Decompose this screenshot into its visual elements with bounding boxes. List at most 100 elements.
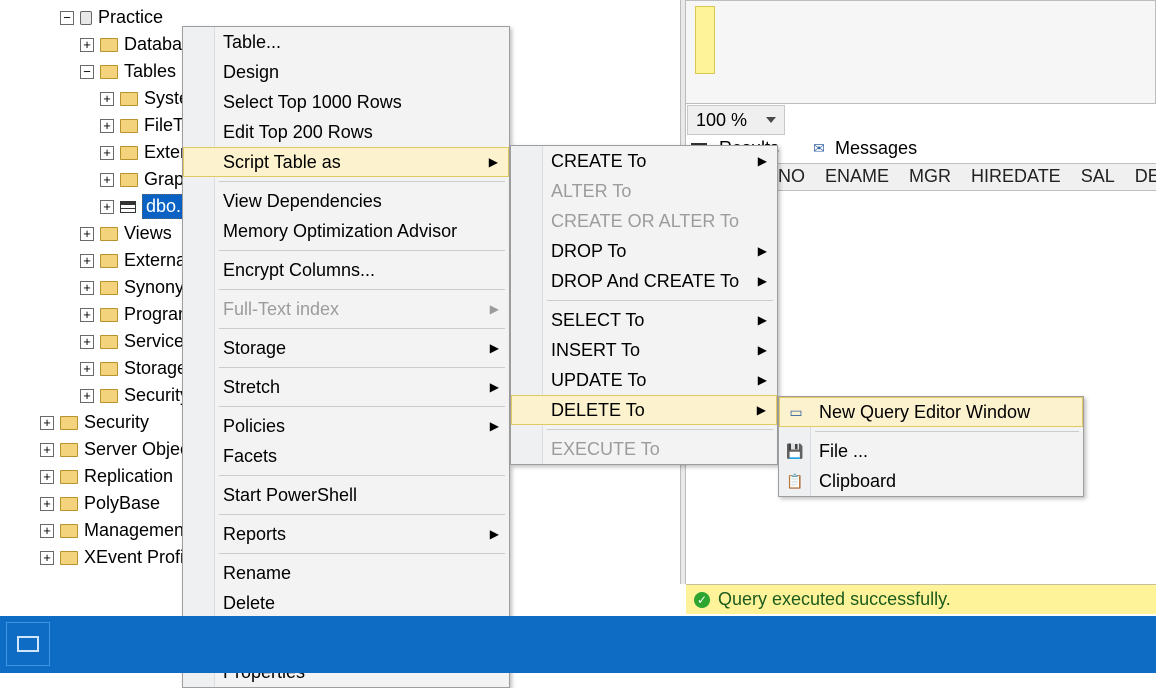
expand-icon[interactable]: + [40,497,54,511]
submenu-arrow-icon: ▶ [490,419,499,433]
menu-separator [547,300,773,301]
menu-item-select-top[interactable]: Select Top 1000 Rows [183,87,509,117]
folder-icon [100,362,118,376]
menu-item-start-powershell[interactable]: Start PowerShell [183,480,509,510]
menu-item-delete-to[interactable]: DELETE To▶ [511,395,777,425]
tab-messages[interactable]: ✉Messages [803,136,923,161]
menu-item-encrypt-columns[interactable]: Encrypt Columns... [183,255,509,285]
menu-item-memory-optimization[interactable]: Memory Optimization Advisor [183,216,509,246]
menu-item-stretch[interactable]: Stretch ▶ [183,372,509,402]
expand-icon[interactable]: + [100,119,114,133]
expand-icon[interactable]: + [80,227,94,241]
menu-item-delete[interactable]: Delete [183,588,509,618]
taskbar-taskview-button[interactable] [6,622,50,666]
expand-icon[interactable]: + [100,146,114,160]
expand-icon[interactable]: + [80,362,94,376]
expand-icon[interactable]: + [80,335,94,349]
context-menu-table: Table... Design Select Top 1000 Rows Edi… [182,26,510,688]
expand-icon[interactable]: + [80,308,94,322]
column-header[interactable]: ENAME [825,166,889,187]
tree-label: Security [84,412,149,433]
menu-item-create-to[interactable]: CREATE To▶ [511,146,777,176]
expand-icon[interactable]: + [80,281,94,295]
tree-label: Management [84,520,189,541]
submenu-arrow-icon: ▶ [758,343,767,357]
message-icon: ✉ [809,141,829,157]
menu-item-new-table[interactable]: Table... [183,27,509,57]
menu-label: Stretch [223,377,280,398]
expand-icon[interactable]: + [100,200,114,214]
taskbar[interactable] [0,616,1156,673]
folder-icon [60,470,78,484]
save-icon: 💾 [785,443,805,459]
menu-item-insert-to[interactable]: INSERT To ▶ [511,335,777,365]
menu-item-select-to[interactable]: SELECT To▶ [511,305,777,335]
menu-item-drop-and-create-to[interactable]: DROP And CREATE To▶ [511,266,777,296]
menu-item-facets[interactable]: Facets [183,441,509,471]
menu-item-rename[interactable]: Rename [183,558,509,588]
tree-label: XEvent Profile [84,547,198,568]
tree-label: Replication [84,466,173,487]
submenu-arrow-icon: ▶ [758,313,767,327]
expand-icon[interactable]: + [40,470,54,484]
menu-separator [219,475,505,476]
column-header[interactable]: SAL [1081,166,1115,187]
menu-separator [219,406,505,407]
folder-icon [60,497,78,511]
column-header[interactable]: DEPTN [1135,166,1156,187]
menu-label: Table... [223,32,281,53]
menu-item-reports[interactable]: Reports▶ [183,519,509,549]
submenu-delete-to: ▭New Query Editor Window 💾 File ... 📋Clip… [778,396,1084,497]
zoom-combobox[interactable]: 100 % [687,105,785,135]
menu-item-storage[interactable]: Storage▶ [183,333,509,363]
menu-label: INSERT To [551,340,640,361]
menu-item-edit-top[interactable]: Edit Top 200 Rows [183,117,509,147]
menu-item-fulltext-index: Full-Text index ▶ [183,294,509,324]
submenu-arrow-icon: ▶ [490,302,499,316]
query-window-icon: ▭ [786,404,806,420]
menu-label: Reports [223,524,286,545]
menu-item-update-to[interactable]: UPDATE To▶ [511,365,777,395]
menu-label: Rename [223,563,291,584]
collapse-icon[interactable]: − [60,11,74,25]
column-header[interactable]: HIREDATE [971,166,1061,187]
collapse-icon[interactable]: − [80,65,94,79]
menu-item-script-table-as[interactable]: Script Table as▶ [183,147,509,177]
expand-icon[interactable]: + [80,254,94,268]
menu-item-policies[interactable]: Policies▶ [183,411,509,441]
database-icon [80,11,92,25]
menu-item-file[interactable]: 💾 File ... [779,436,1083,466]
menu-label: File ... [819,441,868,462]
expand-icon[interactable]: + [80,38,94,52]
menu-label: Encrypt Columns... [223,260,375,281]
expand-icon[interactable]: + [100,92,114,106]
editor-top-strip [685,0,1156,104]
menu-label: Full-Text index [223,299,339,320]
folder-icon [120,92,138,106]
menu-label: Design [223,62,279,83]
menu-separator [219,328,505,329]
folder-icon [100,65,118,79]
column-header[interactable]: NO [778,166,805,187]
menu-label: DELETE To [551,400,645,421]
menu-separator [815,431,1079,432]
menu-item-new-query-editor[interactable]: ▭New Query Editor Window [779,397,1083,427]
expand-icon[interactable]: + [40,524,54,538]
folder-icon [120,173,138,187]
submenu-arrow-icon: ▶ [490,380,499,394]
chevron-down-icon [766,117,776,123]
folder-icon [100,227,118,241]
expand-icon[interactable]: + [40,443,54,457]
expand-icon[interactable]: + [40,551,54,565]
expand-icon[interactable]: + [100,173,114,187]
folder-icon [120,119,138,133]
column-header[interactable]: MGR [909,166,951,187]
menu-item-clipboard[interactable]: 📋Clipboard [779,466,1083,496]
menu-item-view-dependencies[interactable]: View Dependencies [183,186,509,216]
expand-icon[interactable]: + [40,416,54,430]
menu-item-drop-to[interactable]: DROP To▶ [511,236,777,266]
menu-item-design[interactable]: Design [183,57,509,87]
expand-icon[interactable]: + [80,389,94,403]
folder-icon [100,335,118,349]
menu-separator [219,514,505,515]
